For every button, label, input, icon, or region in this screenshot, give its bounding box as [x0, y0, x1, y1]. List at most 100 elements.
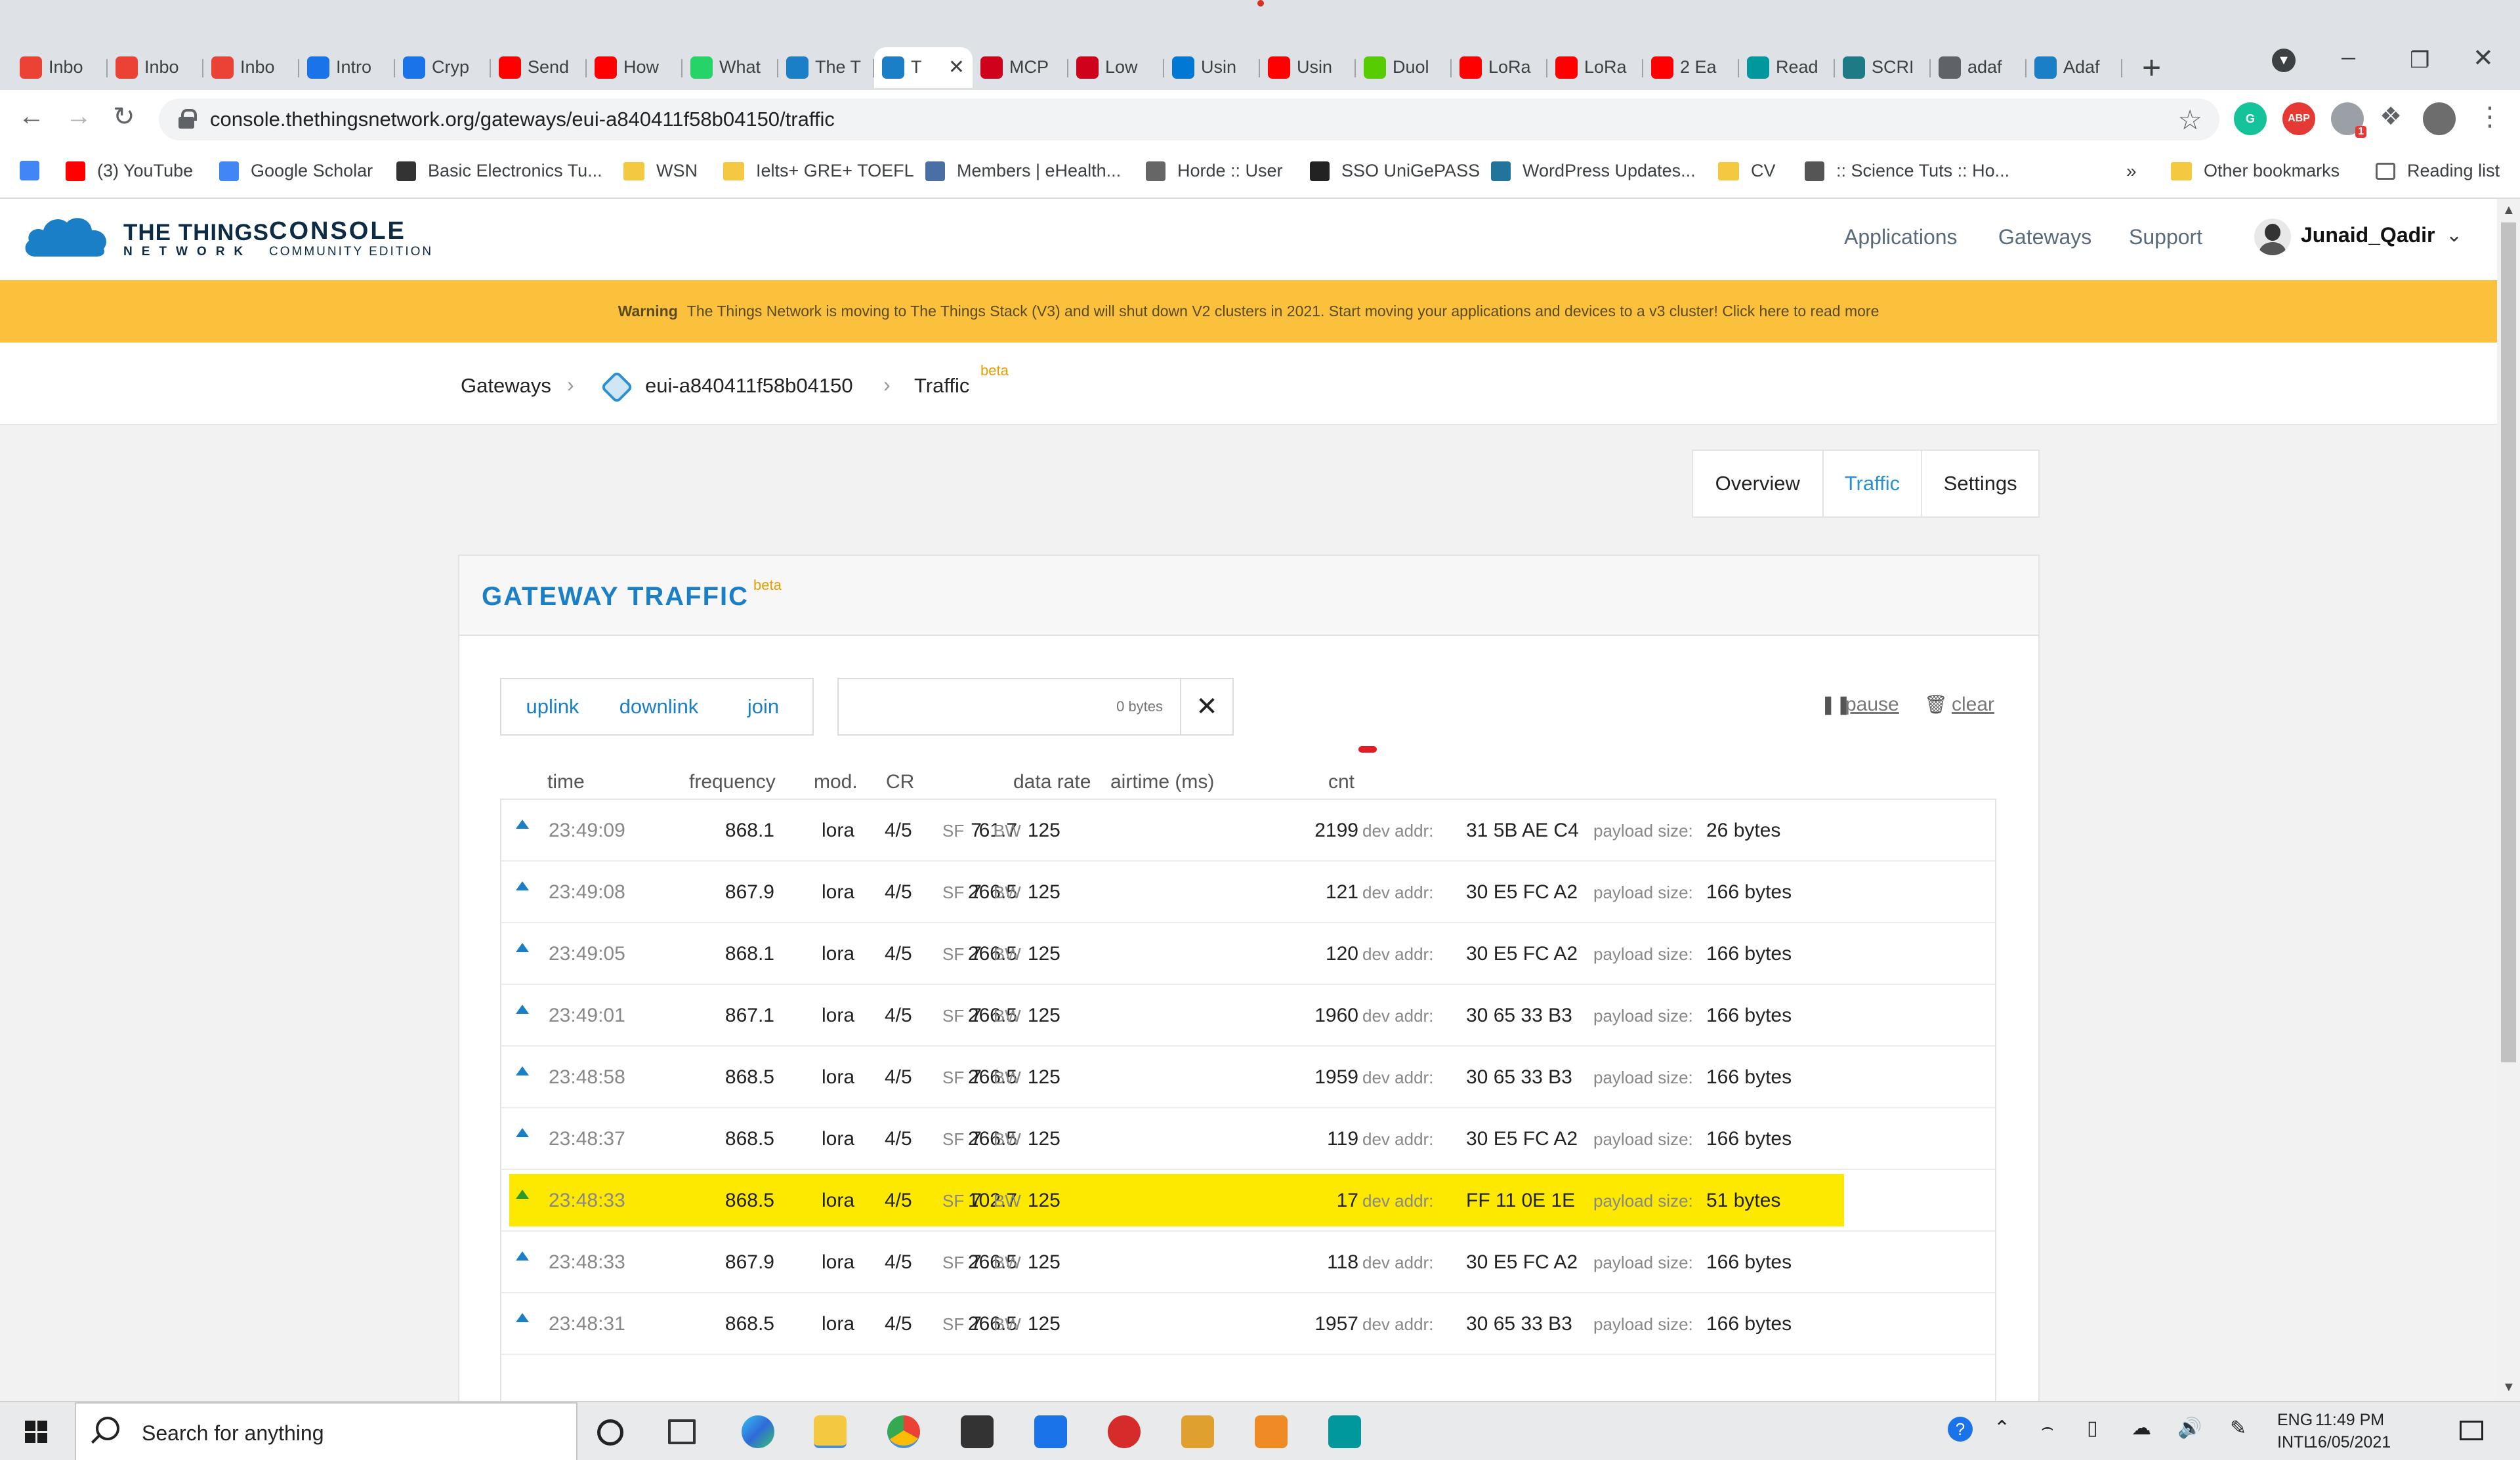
store-icon[interactable]	[961, 1415, 994, 1448]
search-input[interactable]	[839, 679, 1180, 734]
browser-tab[interactable]: 2 Ea	[1643, 47, 1739, 88]
browser-tab[interactable]: Read	[1739, 47, 1835, 88]
task-view-icon[interactable]	[668, 1419, 696, 1444]
browser-tab[interactable]: MCP	[973, 47, 1068, 88]
table-row[interactable]: 23:48:37 868.5 lora 4/5 266.5 119 dev addr: 30 …	[501, 1108, 1995, 1170]
browser-tab[interactable]: adaf	[1931, 47, 2026, 88]
nav-gateways[interactable]: Gateways	[1998, 225, 2091, 249]
chevron-up-icon[interactable]: ⌃	[1994, 1417, 2010, 1440]
bookmark-item[interactable]: SSO UniGePASS	[1310, 161, 1480, 181]
file-explorer-icon[interactable]	[814, 1415, 847, 1448]
address-bar[interactable]: console.thethingsnetwork.org/gateways/eu…	[159, 98, 2219, 140]
breadcrumb-gateways[interactable]: Gateways	[461, 374, 551, 398]
bookmark-item[interactable]: CV	[1718, 161, 1776, 181]
tab-traffic[interactable]: Traffic	[1824, 451, 1923, 516]
cortana-icon[interactable]	[597, 1419, 623, 1446]
warning-banner[interactable]: Warning The Things Network is moving to …	[0, 280, 2497, 343]
chrome-icon[interactable]	[887, 1415, 920, 1448]
browser-tab[interactable]: Intro	[299, 47, 395, 88]
pdf-app-icon[interactable]	[1255, 1415, 1288, 1448]
bookmark-star-icon[interactable]: ☆	[2177, 104, 2202, 136]
reading-list[interactable]: Reading list	[2376, 161, 2500, 181]
mail-icon[interactable]	[1034, 1415, 1067, 1448]
adblock-icon[interactable]: ABP	[2282, 102, 2315, 135]
bookmark-item[interactable]: Basic Electronics Tu...	[396, 161, 602, 181]
user-avatar[interactable]	[2254, 219, 2291, 255]
profile-avatar-icon[interactable]	[2423, 102, 2456, 135]
pen-icon[interactable]: ✎	[2230, 1417, 2246, 1440]
windows-start-icon[interactable]	[25, 1421, 47, 1443]
minimize-icon[interactable]: –	[2342, 43, 2355, 72]
input-language[interactable]: ENG INTL	[2277, 1409, 2313, 1453]
bookmark-item[interactable]: WordPress Updates...	[1491, 161, 1696, 181]
bookmarks-overflow-chevron[interactable]: »	[2126, 161, 2137, 182]
close-window-icon[interactable]: ✕	[2473, 43, 2494, 73]
bookmark-item[interactable]: Google Scholar	[219, 161, 373, 181]
app-icon[interactable]	[1181, 1415, 1214, 1448]
battery-icon[interactable]: ▯	[2087, 1417, 2098, 1440]
browser-tab[interactable]: Usin	[1164, 47, 1260, 88]
other-bookmarks[interactable]: Other bookmarks	[2171, 161, 2340, 181]
filter-downlink[interactable]: downlink	[604, 679, 714, 734]
bookmark-item[interactable]: :: Science Tuts :: Ho...	[1805, 161, 2009, 181]
onedrive-icon[interactable]: ☁	[2132, 1417, 2151, 1440]
table-row[interactable]: 23:49:01 867.1 lora 4/5 266.5 1960 dev addr: 30…	[501, 985, 1995, 1047]
scroll-down-icon[interactable]: ▼	[2502, 1380, 2515, 1395]
page-scrollbar[interactable]: ▲ ▼	[2497, 199, 2520, 1401]
nav-support[interactable]: Support	[2129, 225, 2202, 249]
reload-icon[interactable]: ↻	[113, 102, 135, 132]
browser-tab[interactable]: Send	[491, 47, 587, 88]
browser-tab[interactable]: Cryp	[395, 47, 491, 88]
bookmark-item[interactable]	[20, 161, 51, 180]
browser-tab[interactable]: Usin	[1260, 47, 1356, 88]
browser-tab[interactable]: T ✕	[874, 47, 973, 88]
trash-icon[interactable]: 🗑	[1924, 694, 1948, 715]
browser-tab[interactable]: LoRa	[1452, 47, 1547, 88]
browser-tab[interactable]: What	[682, 47, 778, 88]
filter-join[interactable]: join	[714, 679, 812, 734]
browser-tab[interactable]: Adaf	[2026, 47, 2122, 88]
clear-button[interactable]: clear	[1952, 694, 1994, 716]
table-row[interactable]: 23:48:33 868.5 lora 4/5 102.7 17 dev addr: FF 1…	[501, 1170, 1995, 1232]
table-row[interactable]: 23:49:05 868.1 lora 4/5 266.5 120 dev addr: 30 …	[501, 923, 1995, 985]
notifications-icon[interactable]	[2460, 1421, 2483, 1440]
table-row[interactable]: 23:49:08 867.9 lora 4/5 266.5 121 dev addr: 30 …	[501, 862, 1995, 923]
browser-tab[interactable]: Duol	[1356, 47, 1452, 88]
browser-tab[interactable]: Inbo	[12, 47, 108, 88]
browser-tab[interactable]: LoRa	[1547, 47, 1643, 88]
new-tab-icon[interactable]: +	[2142, 49, 2161, 87]
bookmark-item[interactable]: Horde :: User	[1146, 161, 1283, 181]
restore-icon[interactable]: ❐	[2410, 47, 2429, 73]
back-icon[interactable]: ←	[18, 102, 45, 131]
table-row[interactable]: 23:49:09 868.1 lora 4/5 61.7 2199 dev addr: 31 …	[501, 800, 1995, 862]
help-icon[interactable]: ?	[1948, 1417, 1973, 1442]
tab-overview[interactable]: Overview	[1693, 451, 1824, 516]
taskbar-search[interactable]: Search for anything	[75, 1402, 578, 1460]
clear-search-icon[interactable]: ✕	[1180, 679, 1232, 734]
volume-icon[interactable]: 🔊	[2177, 1417, 2202, 1440]
express-vpn-icon[interactable]	[1108, 1415, 1141, 1448]
ttn-logo-icon[interactable]	[22, 213, 109, 259]
arduino-icon[interactable]	[1328, 1415, 1361, 1448]
edge-icon[interactable]	[742, 1415, 774, 1448]
tab-settings[interactable]: Settings	[1922, 451, 2038, 516]
username[interactable]: Junaid_Qadir	[2301, 223, 2435, 247]
browser-tab[interactable]: How	[587, 47, 682, 88]
extension-badge-icon[interactable]: 1	[2331, 102, 2366, 138]
bookmark-item[interactable]: Ielts+ GRE+ TOEFL	[723, 161, 914, 181]
tab-search-icon[interactable]: ▼	[2272, 49, 2296, 72]
bookmark-item[interactable]: WSN	[623, 161, 698, 181]
scroll-up-icon[interactable]: ▲	[2502, 203, 2515, 218]
filter-uplink[interactable]: uplink	[501, 679, 604, 734]
nav-applications[interactable]: Applications	[1844, 225, 1958, 249]
system-clock[interactable]: 11:49 PM 16/05/2021	[2309, 1409, 2391, 1453]
breadcrumb-gateway-id[interactable]: eui-a840411f58b04150	[645, 374, 853, 398]
browser-tab[interactable]: Low	[1068, 47, 1164, 88]
scrollbar-thumb[interactable]	[2501, 222, 2516, 1062]
browser-tab[interactable]: The T	[778, 47, 874, 88]
table-row[interactable]: 23:48:31 868.5 lora 4/5 266.5 1957 dev addr: 30…	[501, 1293, 1995, 1355]
browser-tab[interactable]: SCRI	[1835, 47, 1931, 88]
bookmark-item[interactable]: (3) YouTube	[66, 161, 193, 181]
wifi-icon[interactable]: ⌢	[2041, 1417, 2054, 1439]
puzzle-extensions-icon[interactable]: ❖	[2380, 102, 2402, 131]
